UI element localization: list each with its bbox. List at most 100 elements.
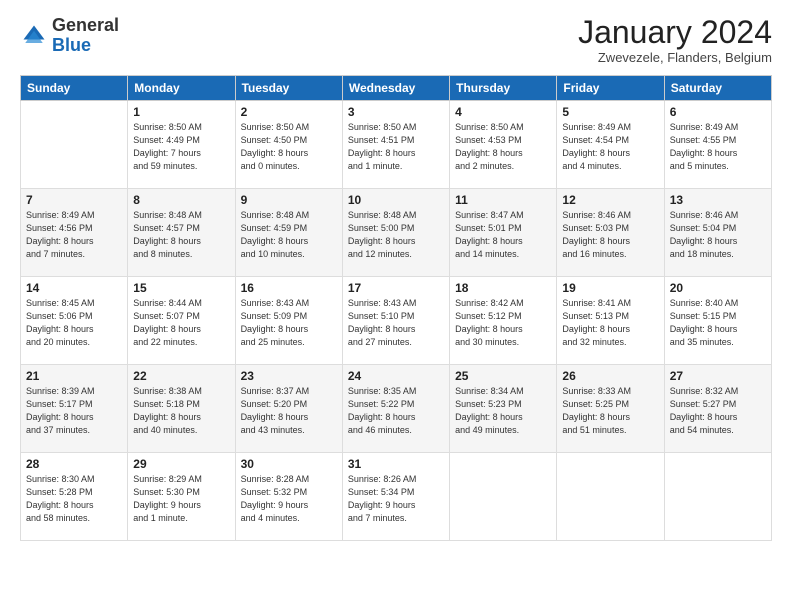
calendar-cell: 23 Sunrise: 8:37 AM Sunset: 5:20 PM Dayli… xyxy=(235,365,342,453)
calendar-cell: 5 Sunrise: 8:49 AM Sunset: 4:54 PM Daylig… xyxy=(557,101,664,189)
day-info: Sunrise: 8:38 AM Sunset: 5:18 PM Dayligh… xyxy=(133,385,229,437)
calendar-cell: 25Sunrise: 8:34 AM Sunset: 5:23 PM Dayli… xyxy=(450,365,557,453)
day-info: Sunrise: 8:40 AM Sunset: 5:15 PM Dayligh… xyxy=(670,297,766,349)
day-number: 31 xyxy=(348,457,444,471)
day-info: Sunrise: 8:43 AM Sunset: 5:09 PM Dayligh… xyxy=(241,297,337,349)
calendar-cell: 21 Sunrise: 8:39 AM Sunset: 5:17 PM Dayli… xyxy=(21,365,128,453)
calendar-cell: 28Sunrise: 8:30 AM Sunset: 5:28 PM Dayli… xyxy=(21,453,128,541)
calendar-week-row: 14 Sunrise: 8:45 AM Sunset: 5:06 PM Dayli… xyxy=(21,277,772,365)
calendar-cell: 27 Sunrise: 8:32 AM Sunset: 5:27 PM Dayli… xyxy=(664,365,771,453)
day-number: 1 xyxy=(133,105,229,119)
day-number: 8 xyxy=(133,193,229,207)
day-number: 29 xyxy=(133,457,229,471)
day-number: 24 xyxy=(348,369,444,383)
calendar-cell: 15Sunrise: 8:44 AM Sunset: 5:07 PM Dayli… xyxy=(128,277,235,365)
calendar-cell: 11 Sunrise: 8:47 AM Sunset: 5:01 PM Dayli… xyxy=(450,189,557,277)
day-number: 27 xyxy=(670,369,766,383)
column-header-wednesday: Wednesday xyxy=(342,76,449,101)
day-info: Sunrise: 8:49 AM Sunset: 4:54 PM Dayligh… xyxy=(562,121,658,173)
calendar-cell: 16 Sunrise: 8:43 AM Sunset: 5:09 PM Dayli… xyxy=(235,277,342,365)
calendar-cell: 14 Sunrise: 8:45 AM Sunset: 5:06 PM Dayli… xyxy=(21,277,128,365)
calendar-cell: 20 Sunrise: 8:40 AM Sunset: 5:15 PM Dayli… xyxy=(664,277,771,365)
day-number: 20 xyxy=(670,281,766,295)
calendar-cell: 2 Sunrise: 8:50 AM Sunset: 4:50 PM Daylig… xyxy=(235,101,342,189)
day-number: 30 xyxy=(241,457,337,471)
calendar-cell xyxy=(664,453,771,541)
month-title: January 2024 xyxy=(578,16,772,48)
day-number: 11 xyxy=(455,193,551,207)
location-subtitle: Zwevezele, Flanders, Belgium xyxy=(578,50,772,65)
day-info: Sunrise: 8:35 AM Sunset: 5:22 PM Dayligh… xyxy=(348,385,444,437)
day-number: 4 xyxy=(455,105,551,119)
calendar-cell: 19Sunrise: 8:41 AM Sunset: 5:13 PM Dayli… xyxy=(557,277,664,365)
day-info: Sunrise: 8:43 AM Sunset: 5:10 PM Dayligh… xyxy=(348,297,444,349)
column-header-monday: Monday xyxy=(128,76,235,101)
day-info: Sunrise: 8:29 AM Sunset: 5:30 PM Dayligh… xyxy=(133,473,229,525)
day-number: 12 xyxy=(562,193,658,207)
day-info: Sunrise: 8:50 AM Sunset: 4:53 PM Dayligh… xyxy=(455,121,551,173)
calendar-cell: 3 Sunrise: 8:50 AM Sunset: 4:51 PM Daylig… xyxy=(342,101,449,189)
day-number: 16 xyxy=(241,281,337,295)
day-info: Sunrise: 8:49 AM Sunset: 4:55 PM Dayligh… xyxy=(670,121,766,173)
day-number: 3 xyxy=(348,105,444,119)
day-info: Sunrise: 8:45 AM Sunset: 5:06 PM Dayligh… xyxy=(26,297,122,349)
calendar-cell: 18Sunrise: 8:42 AM Sunset: 5:12 PM Dayli… xyxy=(450,277,557,365)
day-info: Sunrise: 8:50 AM Sunset: 4:49 PM Dayligh… xyxy=(133,121,229,173)
column-header-sunday: Sunday xyxy=(21,76,128,101)
calendar-cell: 7Sunrise: 8:49 AM Sunset: 4:56 PM Daylig… xyxy=(21,189,128,277)
day-info: Sunrise: 8:37 AM Sunset: 5:20 PM Dayligh… xyxy=(241,385,337,437)
day-number: 6 xyxy=(670,105,766,119)
column-header-thursday: Thursday xyxy=(450,76,557,101)
day-info: Sunrise: 8:34 AM Sunset: 5:23 PM Dayligh… xyxy=(455,385,551,437)
day-number: 19 xyxy=(562,281,658,295)
calendar-cell: 12 Sunrise: 8:46 AM Sunset: 5:03 PM Dayli… xyxy=(557,189,664,277)
day-info: Sunrise: 8:32 AM Sunset: 5:27 PM Dayligh… xyxy=(670,385,766,437)
calendar-week-row: 28Sunrise: 8:30 AM Sunset: 5:28 PM Dayli… xyxy=(21,453,772,541)
column-header-saturday: Saturday xyxy=(664,76,771,101)
calendar-week-row: 1 Sunrise: 8:50 AM Sunset: 4:49 PM Daylig… xyxy=(21,101,772,189)
day-number: 10 xyxy=(348,193,444,207)
day-info: Sunrise: 8:50 AM Sunset: 4:51 PM Dayligh… xyxy=(348,121,444,173)
day-info: Sunrise: 8:46 AM Sunset: 5:03 PM Dayligh… xyxy=(562,209,658,261)
day-info: Sunrise: 8:26 AM Sunset: 5:34 PM Dayligh… xyxy=(348,473,444,525)
calendar-cell: 9Sunrise: 8:48 AM Sunset: 4:59 PM Daylig… xyxy=(235,189,342,277)
calendar-table: SundayMondayTuesdayWednesdayThursdayFrid… xyxy=(20,75,772,541)
day-number: 18 xyxy=(455,281,551,295)
day-number: 5 xyxy=(562,105,658,119)
day-info: Sunrise: 8:50 AM Sunset: 4:50 PM Dayligh… xyxy=(241,121,337,173)
calendar-week-row: 21 Sunrise: 8:39 AM Sunset: 5:17 PM Dayli… xyxy=(21,365,772,453)
column-header-friday: Friday xyxy=(557,76,664,101)
day-number: 23 xyxy=(241,369,337,383)
day-number: 14 xyxy=(26,281,122,295)
day-number: 21 xyxy=(26,369,122,383)
calendar-cell xyxy=(21,101,128,189)
day-info: Sunrise: 8:39 AM Sunset: 5:17 PM Dayligh… xyxy=(26,385,122,437)
calendar-cell: 6 Sunrise: 8:49 AM Sunset: 4:55 PM Daylig… xyxy=(664,101,771,189)
page-header: General Blue January 2024 Zwevezele, Fla… xyxy=(20,16,772,65)
calendar-header-row: SundayMondayTuesdayWednesdayThursdayFrid… xyxy=(21,76,772,101)
title-block: January 2024 Zwevezele, Flanders, Belgiu… xyxy=(578,16,772,65)
calendar-cell: 17 Sunrise: 8:43 AM Sunset: 5:10 PM Dayli… xyxy=(342,277,449,365)
day-info: Sunrise: 8:48 AM Sunset: 4:57 PM Dayligh… xyxy=(133,209,229,261)
day-info: Sunrise: 8:33 AM Sunset: 5:25 PM Dayligh… xyxy=(562,385,658,437)
day-info: Sunrise: 8:46 AM Sunset: 5:04 PM Dayligh… xyxy=(670,209,766,261)
calendar-cell: 31 Sunrise: 8:26 AM Sunset: 5:34 PM Dayli… xyxy=(342,453,449,541)
calendar-cell: 13 Sunrise: 8:46 AM Sunset: 5:04 PM Dayli… xyxy=(664,189,771,277)
calendar-cell: 29 Sunrise: 8:29 AM Sunset: 5:30 PM Dayli… xyxy=(128,453,235,541)
calendar-cell: 26Sunrise: 8:33 AM Sunset: 5:25 PM Dayli… xyxy=(557,365,664,453)
day-number: 17 xyxy=(348,281,444,295)
day-info: Sunrise: 8:44 AM Sunset: 5:07 PM Dayligh… xyxy=(133,297,229,349)
calendar-cell: 24 Sunrise: 8:35 AM Sunset: 5:22 PM Dayli… xyxy=(342,365,449,453)
day-number: 22 xyxy=(133,369,229,383)
day-number: 2 xyxy=(241,105,337,119)
day-number: 13 xyxy=(670,193,766,207)
calendar-cell: 22 Sunrise: 8:38 AM Sunset: 5:18 PM Dayli… xyxy=(128,365,235,453)
calendar-cell: 30 Sunrise: 8:28 AM Sunset: 5:32 PM Dayli… xyxy=(235,453,342,541)
calendar-cell: 8 Sunrise: 8:48 AM Sunset: 4:57 PM Daylig… xyxy=(128,189,235,277)
day-info: Sunrise: 8:28 AM Sunset: 5:32 PM Dayligh… xyxy=(241,473,337,525)
calendar-cell: 4 Sunrise: 8:50 AM Sunset: 4:53 PM Daylig… xyxy=(450,101,557,189)
day-info: Sunrise: 8:47 AM Sunset: 5:01 PM Dayligh… xyxy=(455,209,551,261)
day-number: 9 xyxy=(241,193,337,207)
calendar-cell xyxy=(557,453,664,541)
logo: General Blue xyxy=(20,16,119,56)
